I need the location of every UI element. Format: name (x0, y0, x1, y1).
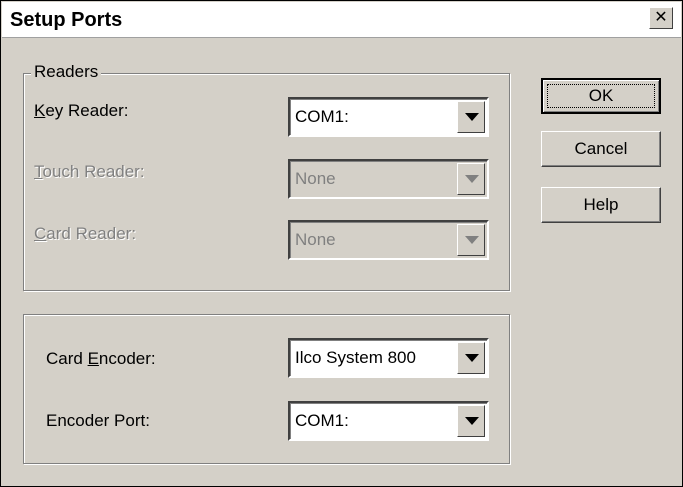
close-icon: ✕ (654, 9, 668, 26)
card-reader-select: None (288, 220, 489, 260)
key-reader-select[interactable]: COM1: (288, 97, 489, 137)
chevron-down-icon (465, 175, 479, 183)
chevron-down-icon (465, 113, 479, 121)
encoder-port-dropdown-button[interactable] (457, 405, 485, 437)
touch-reader-value: None (295, 169, 336, 188)
touch-reader-dropdown-button (457, 163, 485, 195)
card-encoder-value: Ilco System 800 (295, 348, 416, 367)
card-reader-value: None (295, 230, 336, 249)
key-reader-dropdown-button[interactable] (457, 101, 485, 133)
focus-rectangle (547, 84, 655, 108)
encoder-group: Card Encoder: Ilco System 800 Encoder Po… (23, 314, 510, 464)
chevron-down-icon (465, 417, 479, 425)
chevron-down-icon (465, 236, 479, 244)
title-bar[interactable]: Setup Ports ✕ (2, 2, 681, 38)
readers-group: Readers Key Reader: COM1: Touch Reader: … (23, 62, 510, 291)
dialog-title: Setup Ports (10, 9, 123, 31)
encoder-port-value: COM1: (295, 411, 349, 430)
encoder-port-label: Encoder Port: (46, 411, 150, 430)
card-reader-dropdown-button (457, 224, 485, 256)
chevron-down-icon (465, 354, 479, 362)
setup-ports-dialog: Setup Ports ✕ Readers Key Reader: COM1: … (0, 0, 683, 487)
card-encoder-select[interactable]: Ilco System 800 (288, 338, 489, 378)
key-reader-value: COM1: (295, 107, 349, 126)
key-reader-label: Key Reader: (34, 101, 129, 120)
close-button[interactable]: ✕ (649, 7, 673, 29)
help-button-label: Help (583, 195, 619, 214)
encoder-port-select[interactable]: COM1: (288, 401, 489, 441)
card-encoder-label: Card Encoder: (46, 349, 156, 368)
dialog-client-area: Readers Key Reader: COM1: Touch Reader: … (10, 44, 674, 479)
touch-reader-select: None (288, 159, 489, 199)
cancel-button[interactable]: Cancel (541, 131, 661, 167)
touch-reader-label: Touch Reader: (34, 162, 145, 181)
card-reader-label: Card Reader: (34, 224, 137, 243)
cancel-button-label: Cancel (574, 139, 628, 158)
help-button[interactable]: Help (541, 187, 661, 223)
card-encoder-dropdown-button[interactable] (457, 342, 485, 374)
ok-button[interactable]: OK (541, 78, 661, 114)
readers-group-legend: Readers (31, 62, 102, 82)
